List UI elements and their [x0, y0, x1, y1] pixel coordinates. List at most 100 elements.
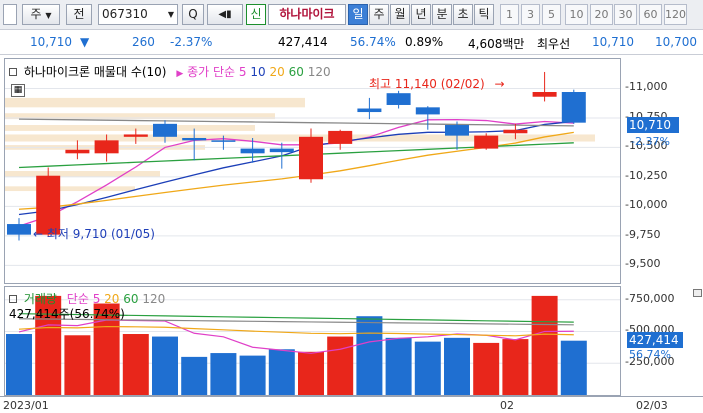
candle[interactable]: [561, 89, 586, 124]
ma10-label: 10: [250, 65, 266, 79]
volume-profile-bar: [5, 125, 255, 131]
volume-bar[interactable]: [64, 335, 91, 395]
tab-period-0[interactable]: 일: [348, 4, 368, 25]
search-button[interactable]: Q: [182, 4, 204, 25]
ma20-label: 20: [269, 65, 285, 79]
current-change-tag: -2.37%: [631, 135, 670, 148]
high-annotation: 최고 11,140 (02/02) →: [369, 75, 505, 92]
volume-bar[interactable]: [239, 355, 266, 395]
stock-code-value: 067310: [102, 7, 148, 21]
volume-bar[interactable]: [531, 295, 558, 395]
collapse-icon[interactable]: [9, 295, 17, 303]
current-price-tag: 10,710: [627, 117, 679, 133]
tab-period-1[interactable]: 주: [369, 4, 389, 25]
volume-bar[interactable]: [152, 336, 178, 395]
stock-name[interactable]: 하나마이크: [268, 4, 346, 25]
tab-period-5[interactable]: 초: [453, 4, 473, 25]
volume-chart-panel[interactable]: 거래량 단순 5 20 60 120 427,414주(56.74%): [4, 286, 621, 396]
price-change: 260: [132, 35, 155, 49]
maximize-icon[interactable]: [693, 289, 702, 297]
interval-button-5[interactable]: 5: [542, 4, 561, 25]
candle[interactable]: [474, 133, 499, 150]
volume-bar[interactable]: [210, 353, 237, 395]
link-checkbox[interactable]: [3, 4, 17, 25]
interval-button-30[interactable]: 30: [614, 4, 637, 25]
trade-amount: 4,608백만: [468, 37, 525, 51]
period-select-label: 주: [30, 7, 42, 21]
ma60-label: 60: [288, 65, 304, 79]
candle[interactable]: [445, 121, 469, 150]
ma-type: 종가 단순: [187, 65, 236, 79]
candle[interactable]: [65, 140, 90, 160]
candle[interactable]: [328, 129, 353, 150]
candle[interactable]: [7, 218, 31, 241]
vol-ma-type: 단순: [66, 292, 89, 306]
price-tick: -10,000: [625, 198, 668, 212]
volume-bar[interactable]: [444, 337, 470, 395]
ma5-label: 5: [238, 65, 247, 79]
low-annotation-text: 최저 9,710 (01/05): [46, 227, 155, 241]
price-chart[interactable]: [5, 59, 620, 283]
volume-bar[interactable]: [6, 334, 32, 395]
ma120-line: [18, 118, 574, 127]
prev-button[interactable]: 전: [66, 4, 92, 25]
volume-annotation: 427,414주(56.74%): [9, 307, 125, 321]
search-icon: Q: [188, 7, 198, 21]
candle[interactable]: [532, 71, 557, 102]
volume-bar[interactable]: [122, 334, 149, 395]
best-bid: 10,710: [592, 35, 634, 49]
candle[interactable]: [386, 90, 411, 109]
volume-bar[interactable]: [473, 342, 500, 395]
interval-button-1[interactable]: 1: [500, 4, 519, 25]
grid-table-icon[interactable]: ▦: [11, 84, 25, 97]
stock-code-input[interactable]: 067310 ▼: [98, 4, 178, 25]
candle[interactable]: [357, 97, 382, 120]
volume-profile-bar: [5, 171, 160, 177]
price-legend: 하나마이크론 매물대 수(10) ▶ 종가 단순 5 10 20 60 120: [9, 63, 331, 80]
interval-button-3[interactable]: 3: [521, 4, 540, 25]
volume-bar[interactable]: [298, 351, 324, 395]
price-tick: -10,250: [625, 168, 668, 182]
x-label-end: 02/03: [636, 399, 668, 412]
vol-ma5-label: 5: [92, 292, 101, 306]
tab-period-4[interactable]: 분: [432, 4, 452, 25]
price-axis[interactable]: -11,000-10,750-10,500-10,250-10,000-9,75…: [621, 58, 703, 284]
volume-profile-bar: [5, 186, 135, 192]
volume-bar[interactable]: [356, 316, 383, 395]
interval-button-20[interactable]: 20: [590, 4, 613, 25]
collapse-icon[interactable]: [9, 68, 17, 76]
volume-bar[interactable]: [327, 336, 354, 395]
period-select[interactable]: 주 ▼: [22, 4, 60, 25]
x-axis: 2023/01 02 02/03: [0, 396, 703, 413]
vol-ma60-label: 60: [123, 292, 139, 306]
candle[interactable]: [182, 128, 207, 161]
tab-period-6[interactable]: 틱: [474, 4, 494, 25]
best-quote-label: 최우선: [537, 37, 571, 51]
volume-bar[interactable]: [502, 339, 529, 395]
interval-button-60[interactable]: 60: [639, 4, 662, 25]
volume-axis[interactable]: -750,000 -500,000 -250,000 427,414 56.74%: [621, 286, 703, 396]
volume-bar[interactable]: [560, 340, 587, 395]
tab-period-3[interactable]: 년: [411, 4, 431, 25]
volume-profile-bar: [5, 97, 305, 108]
volume-bar[interactable]: [181, 356, 208, 395]
interval-button-10[interactable]: 10: [565, 4, 588, 25]
sound-button[interactable]: ◀▮: [207, 4, 243, 25]
price-tick: -9,750: [625, 227, 661, 241]
tab-period-2[interactable]: 월: [390, 4, 410, 25]
price-tick: -11,000: [625, 80, 668, 94]
down-arrow-icon: ▼: [80, 35, 90, 49]
current-price: 10,710: [30, 35, 72, 49]
speaker-icon: ◀▮: [218, 9, 232, 20]
interval-button-120[interactable]: 120: [664, 4, 687, 25]
high-annotation-text: 최고 11,140 (02/02): [369, 77, 485, 91]
low-annotation: ← 최저 9,710 (01/05): [33, 225, 155, 242]
chevron-down-icon: ▼: [167, 10, 174, 19]
volume-bar[interactable]: [268, 349, 295, 395]
price-panel-title: 하나마이크론 매물대 수(10): [23, 65, 167, 79]
volume-bar[interactable]: [414, 341, 441, 395]
ma-label-close: ▶ 종가 단순 5: [176, 65, 250, 79]
volume-bar[interactable]: [385, 337, 412, 395]
new-badge: 신: [246, 4, 266, 25]
price-chart-panel[interactable]: 하나마이크론 매물대 수(10) ▶ 종가 단순 5 10 20 60 120 …: [4, 58, 621, 284]
